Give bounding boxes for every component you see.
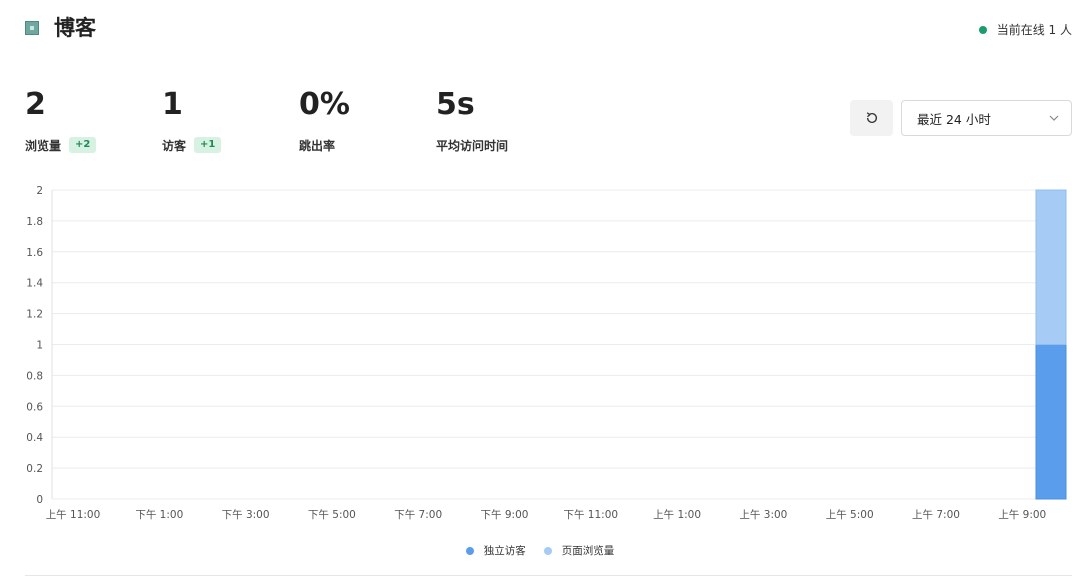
dashboard: 博客 当前在线 1 人 2 浏览量 +2 1 访客 +1 0% 跳出率 5s 平… [0, 0, 1080, 577]
refresh-button[interactable] [850, 100, 893, 136]
metric-pageviews: 2 浏览量 +2 [25, 86, 97, 154]
y-tick-label: 1.8 [26, 216, 43, 228]
metric-label: 平均访问时间 [436, 138, 509, 153]
x-tick-label: 上午 5:00 [826, 508, 874, 520]
online-status: 当前在线 1 人 [978, 21, 1072, 38]
x-tick-label: 下午 9:00 [481, 508, 529, 520]
x-tick-label: 上午 1:00 [653, 508, 701, 520]
metric-value: 5s [436, 87, 475, 122]
metric-label: 浏览量 [25, 138, 62, 153]
y-tick-label: 0.6 [26, 401, 43, 413]
y-tick-label: 0.2 [26, 463, 43, 475]
date-range-select[interactable]: 最近 24 小时 [901, 100, 1072, 136]
online-count-text: 当前在线 1 人 [996, 23, 1072, 37]
x-tick-label: 下午 7:00 [394, 508, 442, 520]
metric-visitors: 1 访客 +1 [162, 86, 222, 154]
metric-value: 1 [162, 87, 183, 122]
online-dot-icon [978, 25, 987, 34]
x-tick-label: 上午 9:00 [998, 508, 1046, 520]
x-tick-label: 上午 11:00 [46, 508, 101, 520]
date-range-value: 最近 24 小时 [917, 111, 991, 127]
pageviews-chart: 0 0.2 0.4 0.6 0.8 1 1.2 1.4 1.6 1.8 2 上午 11:00 下午 1:… [26, 185, 1067, 520]
metric-change-badge: +2 [69, 137, 97, 153]
bar-pageviews [1035, 189, 1067, 345]
legend-label: 页面浏览量 [561, 545, 615, 557]
y-tick-label: 1.6 [26, 247, 43, 259]
y-tick-label: 2 [36, 185, 43, 197]
metric-value: 2 [25, 87, 46, 122]
x-tick-label: 下午 3:00 [222, 508, 270, 520]
y-tick-label: 0.4 [26, 432, 43, 444]
legend-dot-icon [465, 546, 474, 555]
x-tick-label: 上午 3:00 [739, 508, 787, 520]
chevron-down-icon [1049, 115, 1059, 121]
bar-unique-visitors [1035, 344, 1067, 500]
metric-change-badge: +1 [194, 137, 222, 153]
website-favicon-icon [25, 21, 39, 35]
legend-label: 独立访客 [483, 545, 526, 557]
divider [25, 575, 1072, 576]
x-tick-label: 下午 11:00 [563, 508, 618, 520]
legend-item[interactable]: 独立访客 [465, 543, 526, 558]
refresh-icon [866, 112, 877, 124]
metric-avg-visit-time: 5s 平均访问时间 [436, 86, 508, 154]
legend-item[interactable]: 页面浏览量 [543, 543, 615, 558]
legend-dot-icon [543, 546, 552, 555]
metric-value: 0% [299, 87, 350, 122]
x-tick-label: 下午 5:00 [308, 508, 356, 520]
metric-label: 跳出率 [299, 138, 336, 153]
y-tick-label: 1 [36, 340, 43, 352]
x-tick-label: 上午 7:00 [912, 508, 960, 520]
y-tick-label: 1.4 [26, 278, 43, 290]
y-tick-label: 1.2 [26, 309, 43, 321]
y-tick-label: 0 [36, 494, 43, 506]
page-title: 博客 [54, 16, 96, 40]
metric-bounce-rate: 0% 跳出率 [299, 86, 350, 154]
chart-legend: 独立访客 页面浏览量 [0, 543, 1080, 558]
metric-label: 访客 [162, 138, 187, 153]
x-tick-label: 下午 1:00 [135, 508, 183, 520]
y-tick-label: 0.8 [26, 370, 43, 382]
